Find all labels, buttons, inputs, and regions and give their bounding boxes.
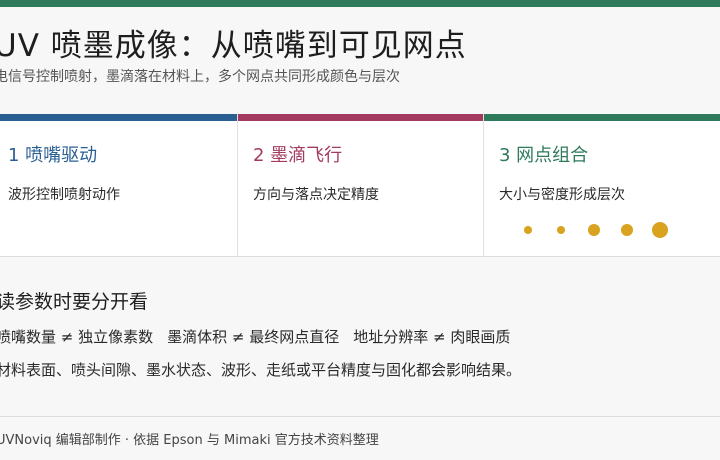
halftone-dot <box>524 226 532 234</box>
card-title: 2 墨滴飞行 <box>253 145 343 166</box>
page-title: UV 喷墨成像：从喷嘴到可见网点 <box>0 28 467 64</box>
halftone-dot <box>588 224 600 236</box>
card-droplet-flight: 2 墨滴飞行 方向与落点决定精度 <box>238 114 484 256</box>
page-subtitle: 电信号控制喷射，墨滴落在材料上，多个网点共同形成颜色与层次 <box>0 69 400 85</box>
card-dot-combination: 3 网点组合 大小与密度形成层次 <box>484 114 720 256</box>
halftone-dot <box>557 226 565 234</box>
card-accent-bar <box>484 114 720 121</box>
comparison-droplet: 墨滴体积 ≠ 最终网点直径 <box>167 328 340 346</box>
card-text: 大小与密度形成层次 <box>499 187 625 203</box>
card-accent-bar <box>238 114 483 121</box>
comparison-line: 喷嘴数量 ≠ 独立像素数 墨滴体积 ≠ 最终网点直径 地址分辨率 ≠ 肉眼画质 <box>0 326 510 347</box>
process-cards: 1 喷嘴驱动 波形控制喷射动作 2 墨滴飞行 方向与落点决定精度 3 网点组合 … <box>0 114 720 257</box>
page: UV 喷墨成像：从喷嘴到可见网点 电信号控制喷射，墨滴落在材料上，多个网点共同形… <box>0 0 720 460</box>
card-accent-bar <box>0 114 237 121</box>
card-text: 方向与落点决定精度 <box>253 187 379 203</box>
section-title: 读参数时要分开看 <box>0 291 149 313</box>
top-accent-bar <box>0 0 720 7</box>
footer-divider <box>0 416 720 417</box>
card-text: 波形控制喷射动作 <box>8 187 120 203</box>
card-title: 3 网点组合 <box>499 145 589 166</box>
halftone-dot <box>621 224 633 236</box>
halftone-dot <box>652 222 668 238</box>
footer-credit: UVNoviq 编辑部制作 · 依据 Epson 与 Mimaki 官方技术资料… <box>0 433 379 448</box>
factors-note: 材料表面、喷头间隙、墨水状态、波形、走纸或平台精度与固化都会影响结果。 <box>0 361 522 379</box>
card-nozzle-drive: 1 喷嘴驱动 波形控制喷射动作 <box>0 114 238 256</box>
card-title: 1 喷嘴驱动 <box>8 145 98 166</box>
comparison-resolution: 地址分辨率 ≠ 肉眼画质 <box>353 328 511 346</box>
comparison-nozzles: 喷嘴数量 ≠ 独立像素数 <box>0 328 154 346</box>
halftone-dots <box>504 220 684 240</box>
